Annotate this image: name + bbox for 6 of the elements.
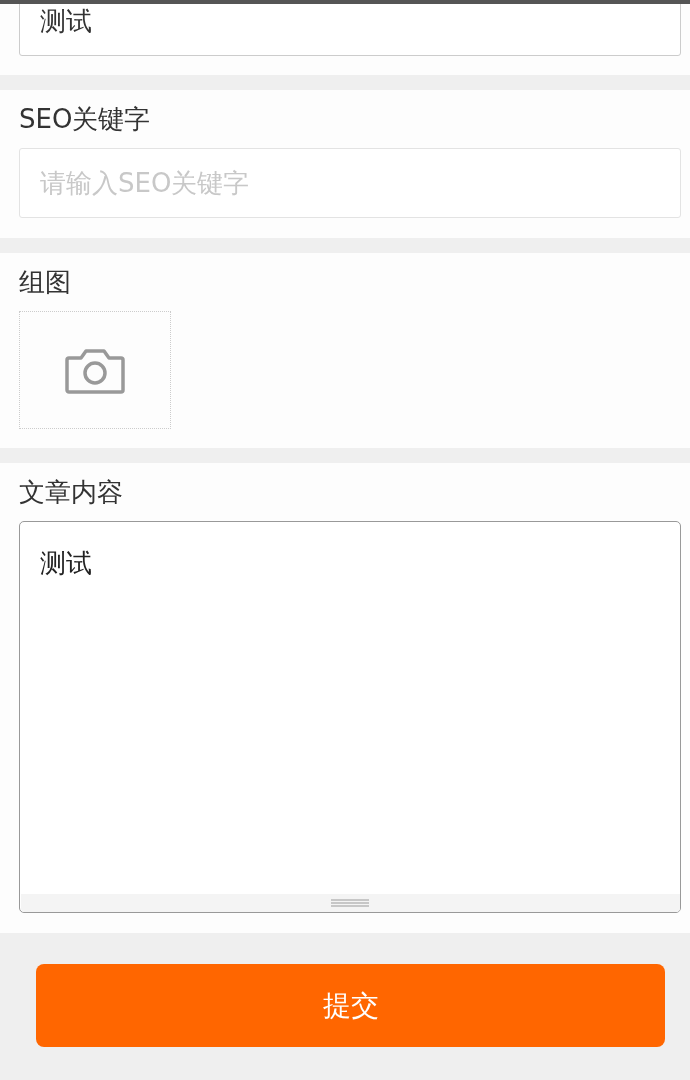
field-label: SEO关键字 [19,104,152,134]
camera-icon [65,346,125,394]
field-label: 文章内容 [19,477,124,507]
textarea-field[interactable]: 测试 [19,521,681,913]
image-upload-button[interactable] [19,311,171,429]
field-label: 组图 [19,267,72,297]
